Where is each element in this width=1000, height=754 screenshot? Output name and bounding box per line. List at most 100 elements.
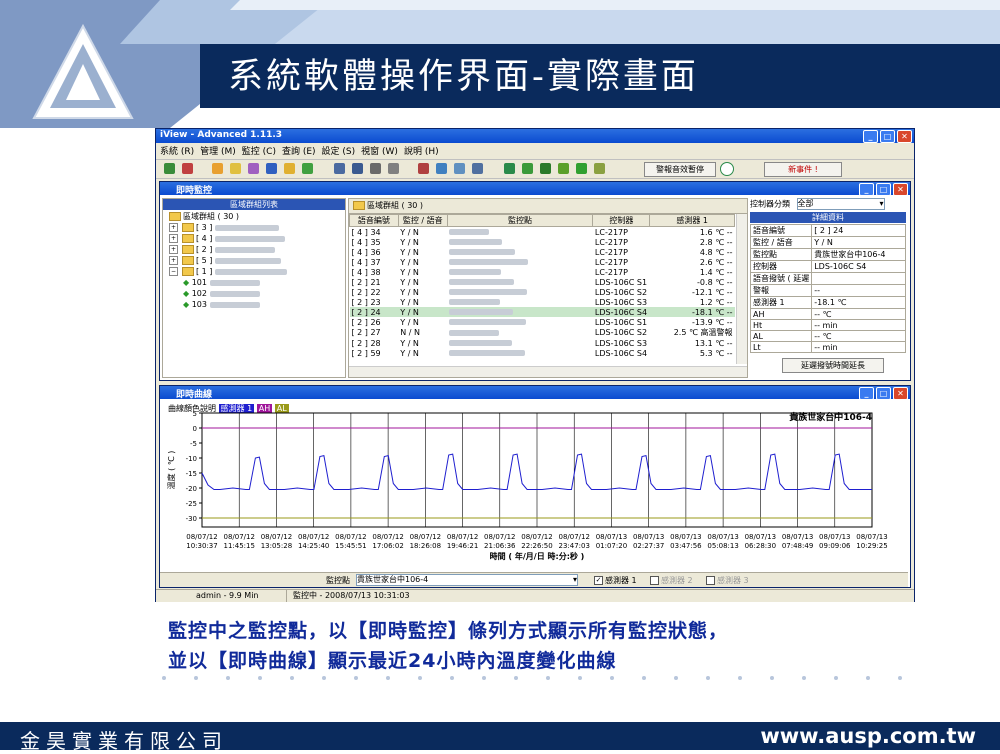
table-row[interactable]: [ 2 ] 59 Y / N LDS-106C S4 5.3 ℃ -- xyxy=(350,348,735,358)
list-icon[interactable] xyxy=(334,163,345,174)
app-title: iView - Advanced 1.11.3 xyxy=(160,130,283,140)
menu-settings[interactable]: 設定 (S) xyxy=(322,144,356,157)
y-tick-label: -15 xyxy=(186,470,197,478)
point-select[interactable]: 貴族世家台中106-4 ▾ xyxy=(356,574,578,586)
globe-icon[interactable] xyxy=(436,163,447,174)
col-header[interactable]: 感測器 1 xyxy=(649,214,735,227)
report-icon[interactable] xyxy=(418,163,429,174)
table-row[interactable]: [ 4 ] 36 Y / N LC-217P 4.8 ℃ -- xyxy=(350,247,735,257)
search-icon[interactable] xyxy=(388,163,399,174)
table-row[interactable]: [ 2 ] 26 Y / N LDS-106C S1 -13.9 ℃ -- xyxy=(350,317,735,327)
sensor1-checkbox[interactable]: ✓ 感測器 1 xyxy=(594,575,637,586)
monitor-minimize-icon[interactable]: _ xyxy=(859,183,874,196)
detail-key: 監控點 xyxy=(749,248,813,261)
menu-window[interactable]: 視窗 (W) xyxy=(361,144,398,157)
menu-monitor[interactable]: 監控 (C) xyxy=(242,144,276,157)
menu-help[interactable]: 說明 (H) xyxy=(404,144,439,157)
cell-monitor-voice: Y / N xyxy=(400,348,419,358)
table-row[interactable]: [ 4 ] 38 Y / N LC-217P 1.4 ℃ -- xyxy=(350,267,735,277)
cell-sensor1: 2.8 ℃ -- xyxy=(699,237,733,247)
col-header[interactable]: 控制器 xyxy=(592,214,651,227)
detail-key: 監控 / 語音 xyxy=(749,236,813,249)
detail-row: Ht -- min xyxy=(749,319,906,331)
curve-close-icon[interactable]: ✕ xyxy=(893,387,908,400)
table-row[interactable]: [ 4 ] 34 Y / N LC-217P 1.6 ℃ -- xyxy=(350,227,735,238)
print-icon[interactable] xyxy=(370,163,381,174)
disconnect-icon[interactable] xyxy=(182,163,193,174)
extend-delay-button[interactable]: 延遲撥號時間延長 xyxy=(782,358,884,373)
tree-point[interactable]: ◆ 103 xyxy=(183,300,260,310)
caption-line-2: 並以【即時曲線】顯示最近24小時內溫度變化曲線 xyxy=(168,650,617,672)
tree-point[interactable]: ◆ 101 xyxy=(183,278,260,288)
device-icon[interactable] xyxy=(266,163,277,174)
detail-row: 控制器 LDS-106C S4 xyxy=(749,260,906,273)
cell-monitor-voice: Y / N xyxy=(400,338,419,348)
monitor-close-icon[interactable]: ✕ xyxy=(893,183,908,196)
x-tick-label-time: 03:47:56 xyxy=(670,542,702,550)
tree-root[interactable]: 區域群組 ( 30 ) xyxy=(169,212,239,222)
sensor2-checkbox[interactable]: 感測器 2 xyxy=(650,575,693,586)
table-row[interactable]: [ 2 ] 28 Y / N LDS-106C S3 13.1 ℃ -- xyxy=(350,338,735,348)
x-tick-label-time: 05:08:13 xyxy=(707,542,738,550)
curve-maximize-icon[interactable]: □ xyxy=(876,387,891,400)
point-icon: ◆ xyxy=(183,300,190,309)
footer-url[interactable]: www.ausp.com.tw xyxy=(760,724,976,748)
table-row[interactable]: [ 2 ] 21 Y / N LDS-106C S1 -0.8 ℃ -- xyxy=(350,277,735,287)
menu-system[interactable]: 系統 (R) xyxy=(160,144,194,157)
detail-key: 語音編號 xyxy=(749,224,813,237)
monitor-maximize-icon[interactable]: □ xyxy=(876,183,891,196)
folder-icon[interactable] xyxy=(284,163,295,174)
col-header[interactable]: 監控 / 語音 xyxy=(397,214,448,227)
minimize-icon[interactable]: _ xyxy=(863,130,878,143)
curve-minimize-icon[interactable]: _ xyxy=(859,387,874,400)
monitor-title: 即時監控 xyxy=(176,186,213,196)
tree-group[interactable]: +[ 4 ] xyxy=(169,234,285,244)
tree-group[interactable]: +[ 2 ] xyxy=(169,245,275,255)
detail-row: AL -- ℃ xyxy=(749,330,906,342)
tree-group[interactable]: −[ 1 ] xyxy=(169,267,287,277)
gear-icon[interactable] xyxy=(594,163,605,174)
table-row[interactable]: [ 2 ] 24 Y / N LDS-106C S4 -18.1 ℃ -- xyxy=(349,307,735,317)
menu-query[interactable]: 查詢 (E) xyxy=(282,144,316,157)
cell-sensor1: 1.2 ℃ -- xyxy=(699,297,733,307)
menu-manage[interactable]: 管理 (M) xyxy=(200,144,236,157)
tree-group[interactable]: +[ 3 ] xyxy=(169,223,279,233)
cell-voice-id: [ 2 ] 23 xyxy=(351,297,381,307)
group-icon[interactable] xyxy=(248,163,259,174)
mute-alarm-button[interactable]: 警報音效暫停 xyxy=(644,162,716,177)
vertical-scrollbar[interactable] xyxy=(736,214,747,364)
table-row[interactable]: [ 4 ] 35 Y / N LC-217P 2.8 ℃ -- xyxy=(350,237,735,247)
col-header[interactable]: 語音編號 xyxy=(349,214,399,227)
calendar-icon[interactable] xyxy=(558,163,569,174)
detail-row: 監控點 貴族世家台中106-4 xyxy=(749,248,906,261)
controller-filter-select[interactable]: 全部 ▾ xyxy=(796,198,885,210)
chart-icon[interactable] xyxy=(472,163,483,174)
bar-icon[interactable] xyxy=(540,163,551,174)
table-row[interactable]: [ 4 ] 37 Y / N LC-217P 2.6 ℃ -- xyxy=(350,257,735,267)
tree-group[interactable]: +[ 5 ] xyxy=(169,256,281,266)
close-icon[interactable]: ✕ xyxy=(897,130,912,143)
grid-icon[interactable] xyxy=(522,163,533,174)
lock-icon[interactable] xyxy=(212,163,223,174)
divider-dot xyxy=(386,676,390,680)
maximize-icon[interactable]: □ xyxy=(880,130,895,143)
col-header[interactable]: 監控點 xyxy=(446,214,594,227)
x-tick-label-date: 08/07/12 xyxy=(298,533,329,541)
user-icon[interactable] xyxy=(230,163,241,174)
cell-sensor1: -0.8 ℃ -- xyxy=(697,277,733,287)
table-icon[interactable] xyxy=(352,163,363,174)
connect-icon[interactable] xyxy=(164,163,175,174)
export-icon[interactable] xyxy=(504,163,515,174)
sensor3-checkbox[interactable]: 感測器 3 xyxy=(706,575,749,586)
new-event-button[interactable]: 新事件 ! xyxy=(764,162,842,177)
x-tick-label-date: 08/07/13 xyxy=(782,533,813,541)
table-row[interactable]: [ 2 ] 22 Y / N LDS-106C S2 -12.1 ℃ -- xyxy=(350,287,735,297)
refresh-icon[interactable] xyxy=(302,163,313,174)
table-row[interactable]: [ 2 ] 27 N / N LDS-106C S2 2.5 ℃ 高溫警報 xyxy=(350,327,735,338)
document-icon[interactable] xyxy=(454,163,465,174)
table-row[interactable]: [ 2 ] 23 Y / N LDS-106C S3 1.2 ℃ -- xyxy=(350,297,735,307)
arrow-icon[interactable] xyxy=(576,163,587,174)
tree-point[interactable]: ◆ 102 xyxy=(183,289,260,299)
horizontal-scrollbar[interactable] xyxy=(349,366,747,377)
detail-row: 感測器 1 -18.1 ℃ xyxy=(749,296,906,309)
